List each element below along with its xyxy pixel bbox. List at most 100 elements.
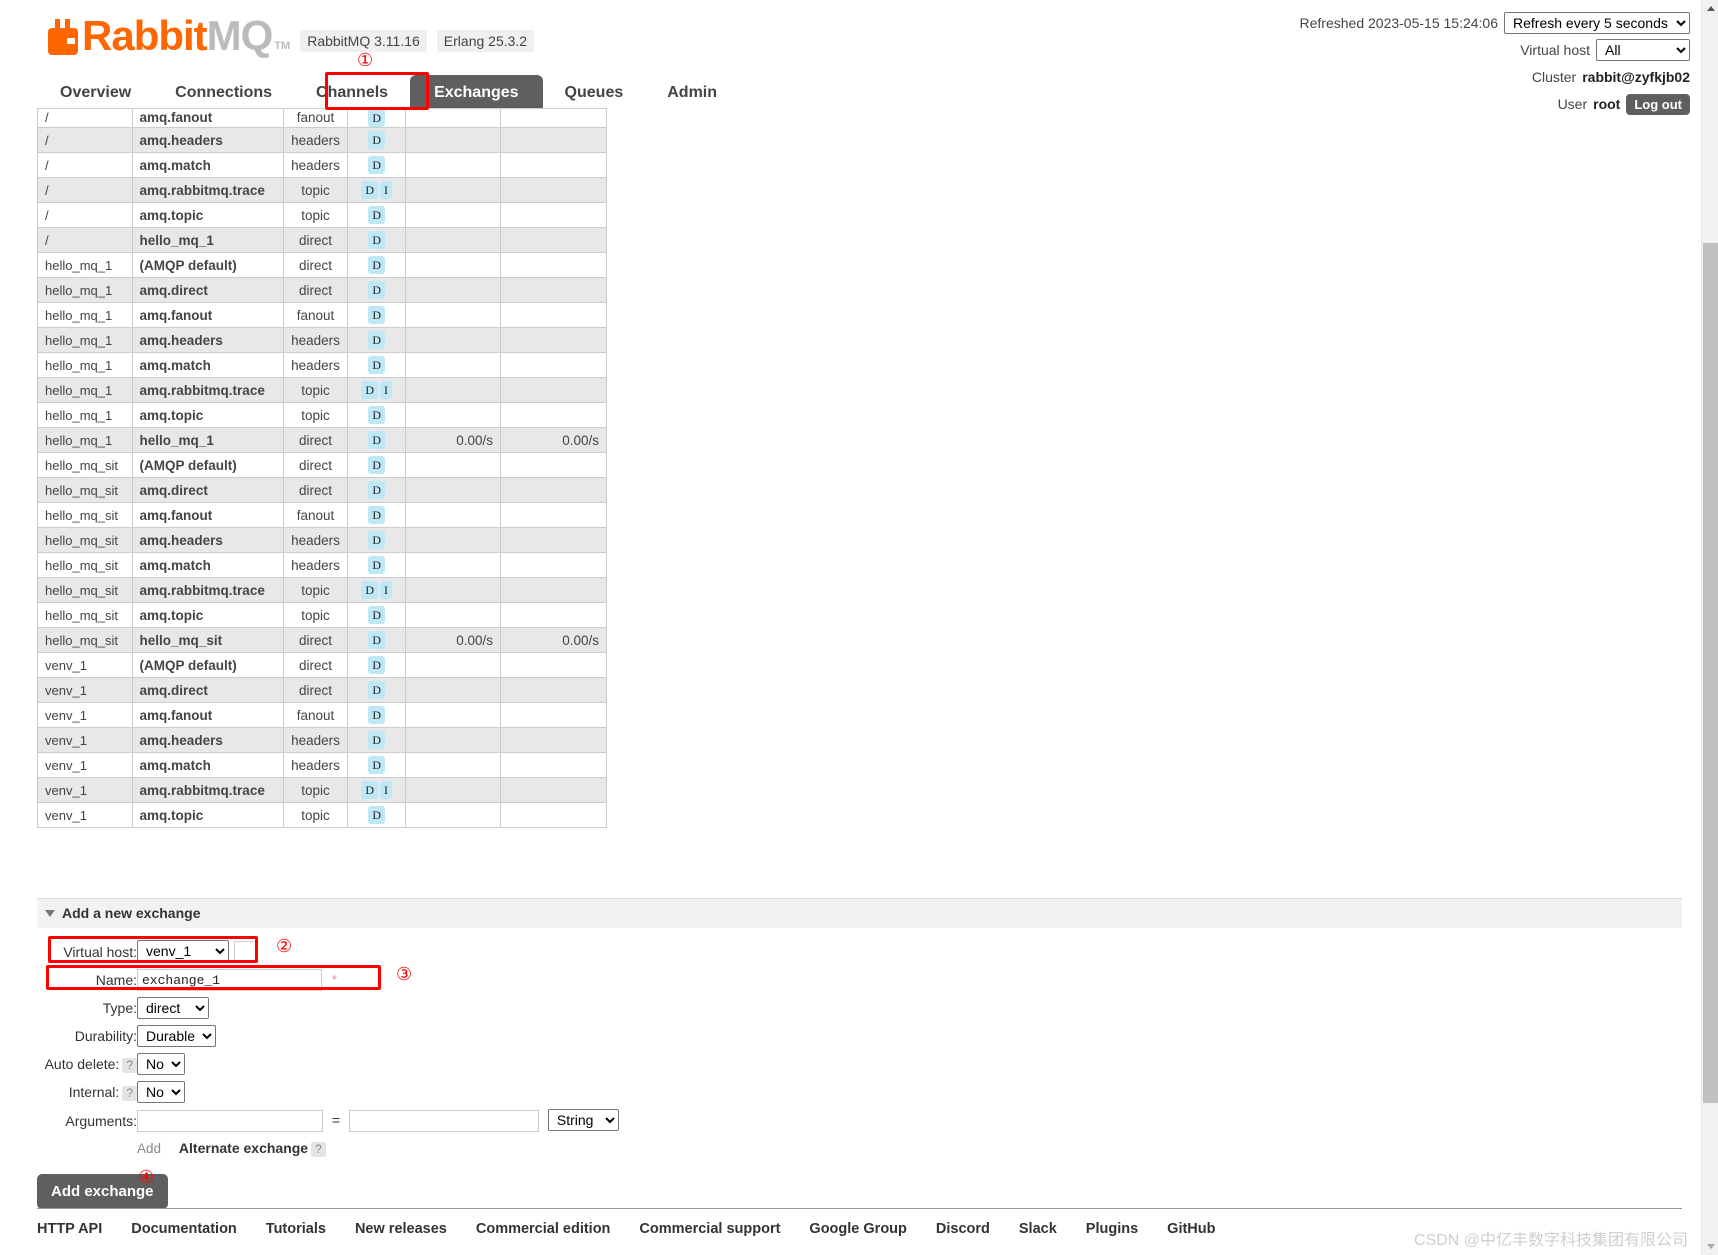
table-row[interactable]: hello_mq_1 (AMQP default) direct D: [37, 252, 608, 278]
feature-badge-d: D: [368, 556, 385, 574]
refresh-interval-select[interactable]: Refresh every 5 seconds: [1504, 12, 1690, 34]
footer-link-http-api[interactable]: HTTP API: [37, 1221, 102, 1237]
table-row[interactable]: hello_mq_1 amq.direct direct D: [37, 277, 608, 303]
exchange-type-select[interactable]: direct: [137, 997, 209, 1020]
footer-link-slack[interactable]: Slack: [1019, 1221, 1057, 1237]
table-row[interactable]: venv_1 amq.rabbitmq.trace topic D I: [37, 777, 608, 803]
virtual-host-select[interactable]: venv_1: [137, 940, 229, 962]
logout-button[interactable]: Log out: [1626, 93, 1690, 115]
cell-message-rate-out: [499, 527, 608, 553]
feature-badge-d: D: [368, 331, 385, 349]
nav-item-admin[interactable]: Admin: [645, 75, 739, 111]
table-row[interactable]: hello_mq_1 hello_mq_1 direct D 0.00/s 0.00/s: [37, 427, 608, 453]
footer-link-new-releases[interactable]: New releases: [355, 1221, 447, 1237]
refresh-row: Refreshed 2023-05-15 15:24:06 Refresh ev…: [1300, 12, 1690, 34]
internal-help-icon[interactable]: ?: [122, 1085, 137, 1101]
table-row[interactable]: hello_mq_1 amq.topic topic D: [37, 402, 608, 428]
table-row[interactable]: / amq.rabbitmq.trace topic D I: [37, 177, 608, 203]
cell-message-rate-in: [405, 702, 501, 728]
table-row[interactable]: venv_1 amq.topic topic D: [37, 802, 608, 828]
nav-item-channels[interactable]: Channels: [294, 75, 410, 111]
table-row[interactable]: hello_mq_sit amq.topic topic D: [37, 602, 608, 628]
add-exchange-section-header[interactable]: Add a new exchange: [37, 898, 1682, 928]
cell-virtual-host: /: [37, 152, 133, 178]
argument-type-select[interactable]: String: [547, 1109, 619, 1132]
cell-message-rate-out: [499, 302, 608, 328]
footer-link-github[interactable]: GitHub: [1167, 1221, 1215, 1237]
table-row[interactable]: / amq.fanout fanout D: [37, 109, 608, 128]
table-row[interactable]: hello_mq_sit amq.headers headers D: [37, 527, 608, 553]
table-row[interactable]: hello_mq_sit amq.direct direct D: [37, 477, 608, 503]
table-row[interactable]: venv_1 amq.headers headers D: [37, 727, 608, 753]
status-panel: Refreshed 2023-05-15 15:24:06 Refresh ev…: [1300, 12, 1690, 120]
auto-delete-help-icon[interactable]: ?: [122, 1057, 137, 1073]
scrollbar-up-arrow-icon[interactable]: [1702, 0, 1718, 17]
cell-message-rate-out: [499, 227, 608, 253]
arguments-controls: = String: [137, 1106, 619, 1135]
rabbitmq-logo[interactable]: RabbitMQ TM RabbitMQ 3.11.16 Erlang 25.3…: [46, 15, 535, 57]
argument-key-input[interactable]: [137, 1109, 323, 1132]
nav-item-overview[interactable]: Overview: [38, 75, 153, 111]
scrollbar-down-arrow-icon[interactable]: [1702, 1238, 1718, 1255]
footer-link-documentation[interactable]: Documentation: [131, 1221, 237, 1237]
alternate-exchange-preset[interactable]: Alternate exchange: [179, 1140, 308, 1156]
footer-link-discord[interactable]: Discord: [936, 1221, 990, 1237]
cell-exchange-name: amq.match: [131, 352, 285, 378]
table-row[interactable]: hello_mq_sit amq.rabbitmq.trace topic D I: [37, 577, 608, 603]
nav-item-queues[interactable]: Queues: [543, 75, 646, 111]
nav-item-connections[interactable]: Connections: [153, 75, 294, 111]
add-exchange-form: Virtual host: venv_1 Name: *: [37, 937, 619, 1160]
table-row[interactable]: hello_mq_sit (AMQP default) direct D: [37, 452, 608, 478]
footer-link-tutorials[interactable]: Tutorials: [266, 1221, 326, 1237]
feature-badge-d: D: [368, 456, 385, 474]
footer-link-commercial-edition[interactable]: Commercial edition: [476, 1221, 611, 1237]
internal-select[interactable]: No: [137, 1081, 185, 1104]
table-row[interactable]: venv_1 amq.fanout fanout D: [37, 702, 608, 728]
footer-link-plugins[interactable]: Plugins: [1086, 1221, 1138, 1237]
table-row[interactable]: hello_mq_1 amq.headers headers D: [37, 327, 608, 353]
cell-exchange-type: direct: [283, 477, 348, 503]
name-label: Name:: [95, 972, 137, 989]
exchange-name-input[interactable]: [137, 969, 322, 992]
cell-features: D: [346, 327, 407, 353]
table-row[interactable]: venv_1 amq.direct direct D: [37, 677, 608, 703]
virtual-host-extra-input[interactable]: [233, 941, 256, 964]
table-row[interactable]: / hello_mq_1 direct D: [37, 227, 608, 253]
table-row[interactable]: hello_mq_sit hello_mq_sit direct D 0.00/s 0.0…: [37, 627, 608, 653]
feature-badge-d: D: [368, 806, 385, 824]
cell-message-rate-out: [499, 352, 608, 378]
footer-link-google-group[interactable]: Google Group: [809, 1221, 906, 1237]
argument-value-input[interactable]: [348, 1109, 539, 1132]
cell-exchange-type: direct: [283, 677, 348, 703]
add-argument-link[interactable]: Add: [137, 1141, 161, 1156]
rabbitmq-version-pill: RabbitMQ 3.11.16: [300, 30, 427, 52]
table-row[interactable]: / amq.topic topic D: [37, 202, 608, 228]
cell-message-rate-in: [405, 802, 501, 828]
nav-item-exchanges[interactable]: Exchanges: [410, 75, 543, 111]
feature-badge-d: D: [368, 431, 385, 449]
table-row[interactable]: venv_1 (AMQP default) direct D: [37, 652, 608, 678]
cell-message-rate-out: [499, 552, 608, 578]
cell-message-rate-in: [405, 109, 501, 128]
cell-features: D: [346, 252, 407, 278]
cell-virtual-host: hello_mq_1: [37, 277, 133, 303]
vhost-filter-select[interactable]: All: [1596, 39, 1690, 61]
table-row[interactable]: hello_mq_1 amq.match headers D: [37, 352, 608, 378]
cell-exchange-name: amq.fanout: [131, 109, 285, 128]
table-row[interactable]: venv_1 amq.match headers D: [37, 752, 608, 778]
durability-select[interactable]: Durable: [137, 1025, 216, 1048]
table-row[interactable]: / amq.headers headers D: [37, 127, 608, 153]
virtual-host-label: Virtual host:: [63, 943, 137, 960]
table-row[interactable]: hello_mq_sit amq.match headers D: [37, 552, 608, 578]
scrollbar-thumb[interactable]: [1703, 243, 1718, 1103]
footer-link-commercial-support[interactable]: Commercial support: [639, 1221, 780, 1237]
cell-virtual-host: venv_1: [37, 777, 133, 803]
table-row[interactable]: hello_mq_sit amq.fanout fanout D: [37, 502, 608, 528]
auto-delete-select[interactable]: No: [137, 1053, 185, 1076]
alternate-exchange-help-icon[interactable]: ?: [311, 1141, 326, 1157]
table-row[interactable]: / amq.match headers D: [37, 152, 608, 178]
table-row[interactable]: hello_mq_1 amq.fanout fanout D: [37, 302, 608, 328]
table-row[interactable]: hello_mq_1 amq.rabbitmq.trace topic D I: [37, 377, 608, 403]
vertical-scrollbar[interactable]: [1701, 0, 1718, 1255]
cell-virtual-host: venv_1: [37, 652, 133, 678]
